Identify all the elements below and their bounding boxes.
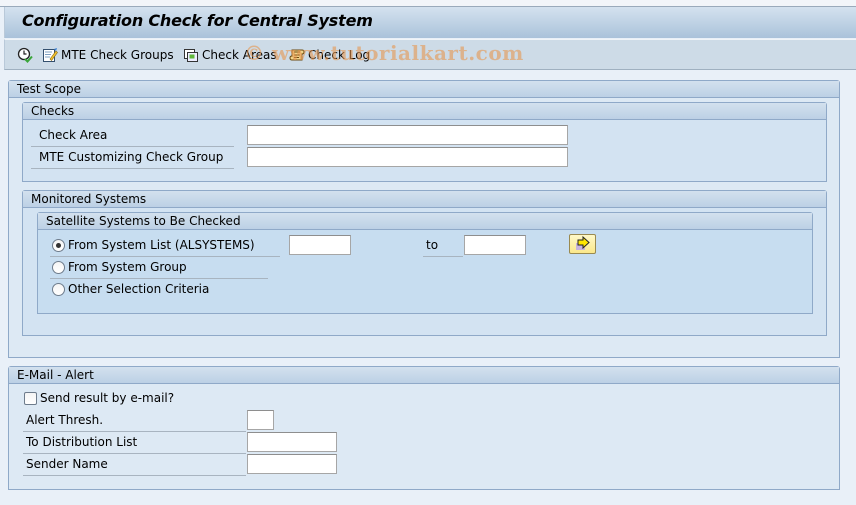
- radio-button[interactable]: [52, 282, 65, 296]
- email-alert-title: E-Mail - Alert: [9, 367, 839, 384]
- radio-from-system-group-label: From System Group: [68, 260, 187, 274]
- execute-button[interactable]: [17, 46, 33, 64]
- check-area-input[interactable]: [247, 125, 568, 145]
- application-toolbar: MTE Check Groups Check Areas Check Log: [4, 39, 856, 70]
- sender-name-label: Sender Name: [23, 454, 246, 476]
- to-distribution-list-label: To Distribution List: [23, 432, 246, 454]
- radio-other-selection-criteria-label: Other Selection Criteria: [68, 282, 210, 296]
- monitored-systems-title: Monitored Systems: [23, 191, 826, 208]
- title-bar: Configuration Check for Central System: [4, 7, 856, 38]
- check-log-label: Check Log: [308, 48, 371, 62]
- sender-name-input[interactable]: [247, 454, 337, 474]
- check-areas-button[interactable]: Check Areas: [183, 46, 277, 64]
- radio-from-system-list[interactable]: From System List (ALSYSTEMS): [52, 235, 255, 255]
- radio-other-selection-criteria[interactable]: Other Selection Criteria: [52, 279, 209, 299]
- alert-thresh-label: Alert Thresh.: [23, 410, 246, 432]
- radio-button[interactable]: [52, 260, 65, 274]
- system-list-from-input[interactable]: [289, 235, 351, 255]
- check-log-button[interactable]: Check Log: [289, 46, 370, 64]
- edit-document-icon: [42, 47, 58, 63]
- send-result-checkbox-row[interactable]: Send result by e-mail?: [24, 388, 174, 408]
- checks-group: Checks Check Area MTE Customizing Check …: [22, 102, 827, 182]
- test-scope-title: Test Scope: [9, 81, 839, 98]
- checks-title: Checks: [23, 103, 826, 120]
- send-result-label: Send result by e-mail?: [40, 391, 175, 405]
- sap-window: Configuration Check for Central System M…: [0, 0, 856, 505]
- mte-check-groups-button[interactable]: MTE Check Groups: [42, 46, 174, 64]
- check-areas-icon: [183, 47, 199, 63]
- satellite-systems-group: Satellite Systems to Be Checked From Sys…: [37, 212, 813, 314]
- arrow-right-icon: [576, 235, 590, 250]
- page-title: Configuration Check for Central System: [22, 11, 373, 30]
- satellite-systems-title: Satellite Systems to Be Checked: [38, 213, 812, 230]
- log-scroll-icon: [289, 47, 305, 63]
- radio-from-system-group[interactable]: From System Group: [52, 257, 187, 277]
- send-result-checkbox[interactable]: [24, 391, 37, 405]
- multiple-selection-button[interactable]: [569, 234, 596, 254]
- mte-customizing-check-group-label: MTE Customizing Check Group: [31, 147, 234, 169]
- check-area-label: Check Area: [31, 125, 234, 147]
- monitored-systems-group: Monitored Systems Satellite Systems to B…: [22, 190, 827, 336]
- radio-button-selected[interactable]: [52, 238, 65, 252]
- to-distribution-list-input[interactable]: [247, 432, 337, 452]
- check-areas-label: Check Areas: [202, 48, 277, 62]
- system-list-to-input[interactable]: [464, 235, 526, 255]
- test-scope-group: Test Scope Checks Check Area MTE Customi…: [8, 80, 840, 358]
- mte-check-groups-label: MTE Check Groups: [61, 48, 174, 62]
- radio-from-system-list-label: From System List (ALSYSTEMS): [68, 238, 255, 252]
- mte-customizing-check-group-input[interactable]: [247, 147, 568, 167]
- to-label: to: [423, 235, 463, 257]
- alert-thresh-input[interactable]: [247, 410, 274, 430]
- top-strip: [0, 0, 856, 7]
- email-alert-group: E-Mail - Alert Send result by e-mail? Al…: [8, 366, 840, 490]
- execute-clock-icon: [17, 47, 33, 63]
